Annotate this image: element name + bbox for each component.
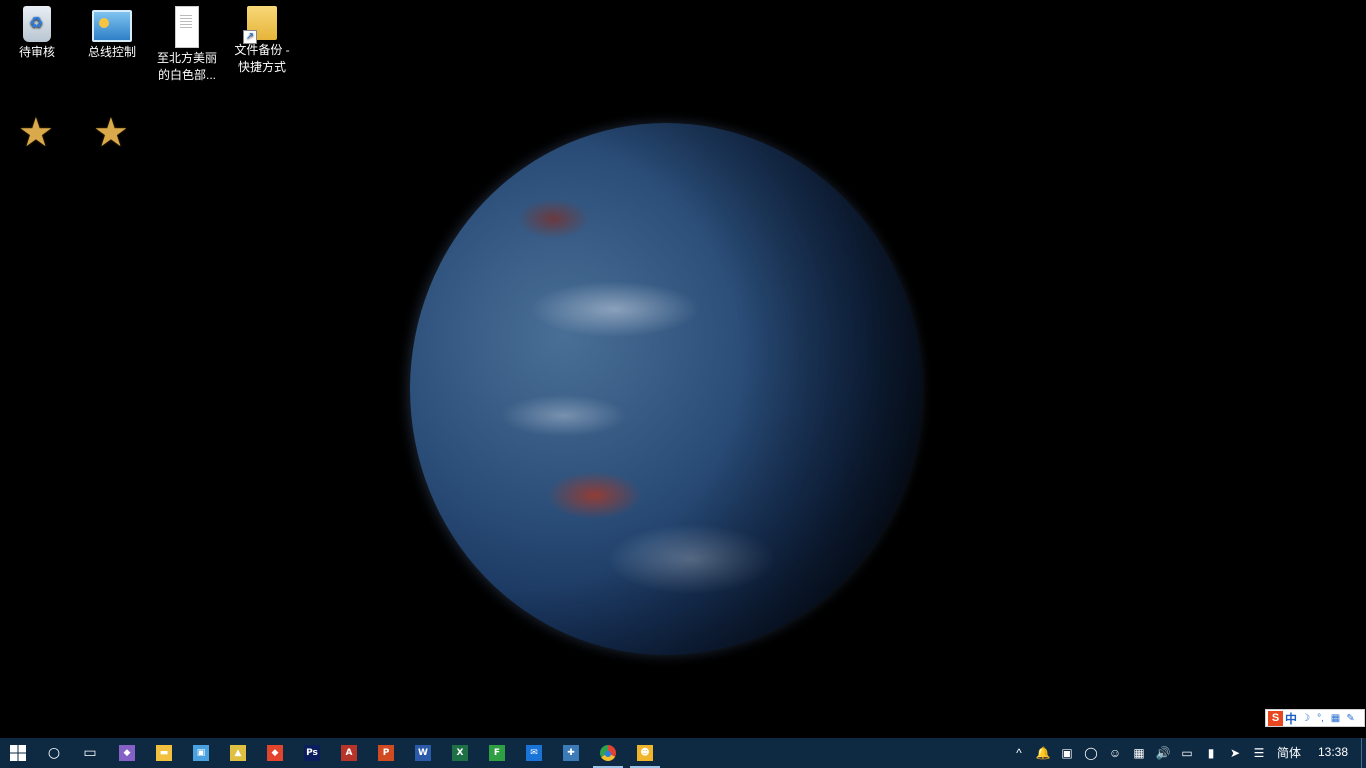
send-icon[interactable]: ➤ [1224, 738, 1246, 768]
desktop-icon-label: 待审核 [18, 45, 55, 59]
excel-icon: X [452, 745, 468, 761]
qq-tray-icon[interactable]: ☺ [1104, 738, 1126, 768]
cortana-icon: ○ [47, 745, 61, 761]
python-launcher-icon: ▲ [230, 745, 246, 761]
moon-icon[interactable]: ☽ [1299, 713, 1312, 724]
taskbar-app-button[interactable]: ○ [36, 738, 72, 768]
qq-icon: ☻ [637, 745, 653, 761]
star-icon[interactable]: ★ [18, 113, 54, 153]
ime-mode-toggle[interactable]: 中 [1285, 710, 1297, 727]
taskbar-app-button[interactable]: ▲ [220, 738, 256, 768]
chrome-icon: ● [600, 745, 616, 761]
file-explorer-icon: ▬ [156, 745, 172, 761]
wallpaper-earth [410, 123, 922, 655]
taskbar-app-button[interactable]: P [368, 738, 404, 768]
windows-logo-icon [10, 745, 26, 761]
control-panel-icon [92, 10, 132, 42]
word-icon: W [415, 745, 431, 761]
input-language-indicator[interactable]: 简体 [1272, 738, 1306, 768]
desktop-icon-recycle-bin[interactable]: 待审核 [0, 0, 74, 61]
start-button[interactable] [0, 738, 36, 768]
network-icon[interactable]: ▭ [1176, 738, 1198, 768]
green-app-icon: F [489, 745, 505, 761]
taskbar-app-button[interactable]: ▬ [146, 738, 182, 768]
access-icon: A [341, 745, 357, 761]
notification-icon[interactable]: 🔔 [1032, 738, 1054, 768]
visual-studio-icon: ◆ [119, 745, 135, 761]
taskbar-app-button[interactable]: ◆ [109, 738, 145, 768]
star-icon[interactable]: ★ [93, 113, 129, 153]
taskbar-app-button[interactable]: ● [590, 738, 626, 768]
volume-icon[interactable]: 🔊 [1152, 738, 1174, 768]
keyboard-icon[interactable]: ▦ [1329, 713, 1342, 724]
show-hidden-icons-button[interactable]: ^ [1008, 738, 1030, 768]
git-icon: ◆ [267, 745, 283, 761]
powerpoint-icon: P [378, 745, 394, 761]
show-desktop-button[interactable] [1361, 738, 1366, 768]
document-icon [175, 6, 199, 48]
taskbar-app-button[interactable]: ✉ [516, 738, 552, 768]
taskbar-app-button[interactable]: ◆ [257, 738, 293, 768]
recycle-bin-icon [23, 6, 51, 42]
desktop-icon-label: 总线控制 [87, 45, 136, 59]
folder-shortcut-icon [243, 6, 277, 44]
color-app-icon[interactable]: ▦ [1128, 738, 1150, 768]
taskbar-app-button[interactable]: X [442, 738, 478, 768]
taskbar-app-button[interactable]: ▭ [72, 738, 108, 768]
python-icon: ✚ [563, 745, 579, 761]
taskbar-app-button[interactable]: ✚ [553, 738, 589, 768]
photoshop-icon: Ps [304, 745, 320, 761]
taskbar: ○ ▭ ◆ ▬ ▣ ▲ ◆ Ps A P W X F ✉ ✚ ● ☻ ^ 🔔 ▣ ◯ ☺ ▦ 🔊 ▭ ▮ ➤ ☰ 简体 13:38 [0, 738, 1366, 768]
taskbar-app-button[interactable]: Ps [294, 738, 330, 768]
taskbar-app-button[interactable]: ▣ [183, 738, 219, 768]
sogou-logo-icon[interactable]: S [1268, 710, 1283, 726]
mouse-icon[interactable]: ◯ [1080, 738, 1102, 768]
taskbar-app-button[interactable]: W [405, 738, 441, 768]
network-tool-icon: ▣ [193, 745, 209, 761]
desktop-icon-backup-shortcut[interactable]: 文件备份 - 快捷方式 [225, 0, 299, 76]
desktop-icon-control-panel[interactable]: 总线控制 [75, 0, 149, 61]
desktop-icon-label: 文件备份 - 快捷方式 [234, 43, 290, 74]
battery-icon[interactable]: ▮ [1200, 738, 1222, 768]
task-view-icon: ▭ [83, 745, 97, 761]
network-app-icon[interactable]: ▣ [1056, 738, 1078, 768]
taskbar-app-button[interactable]: F [479, 738, 515, 768]
desktop-icon-label: 至北方美丽的白色部... [156, 51, 217, 82]
desktop-icon-document[interactable]: 至北方美丽的白色部... [150, 0, 224, 84]
taskbar-clock[interactable]: 13:38 [1308, 738, 1358, 768]
ime-toolbar[interactable]: S 中 ☽ °, ▦ ✎ [1265, 709, 1365, 727]
tools-icon[interactable]: ✎ [1344, 713, 1357, 724]
action-center-icon[interactable]: ☰ [1248, 738, 1270, 768]
taskbar-app-button[interactable]: ☻ [627, 738, 663, 768]
punctuation-icon[interactable]: °, [1314, 713, 1327, 724]
taskbar-app-button[interactable]: A [331, 738, 367, 768]
outlook-icon: ✉ [526, 745, 542, 761]
